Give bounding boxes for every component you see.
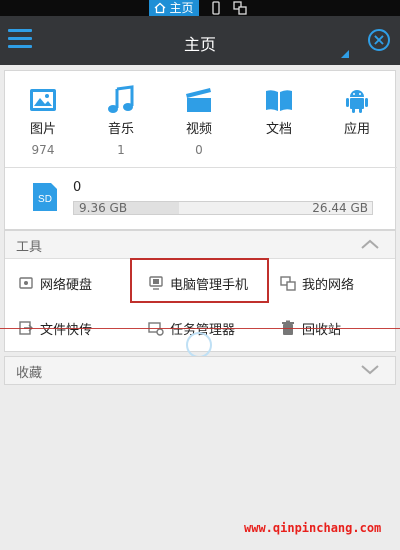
house-icon <box>155 2 166 14</box>
tool-my-network[interactable]: 我的网络 <box>280 271 354 295</box>
sd-icon-label: SD <box>38 194 52 205</box>
category-music[interactable]: 音乐 1 <box>91 85 151 158</box>
category-label: 应用 <box>343 122 370 137</box>
category-label: 音乐 <box>107 122 134 137</box>
music-icon <box>108 85 134 113</box>
category-documents[interactable]: 文档 <box>249 85 309 138</box>
divider <box>5 167 397 168</box>
favorites-section: 收藏 <box>4 356 396 385</box>
chevron-down-icon[interactable] <box>361 365 379 375</box>
section-title: 工具 <box>16 240 43 255</box>
cloud-disk-icon <box>19 277 33 289</box>
tool-label: 网络硬盘 <box>40 277 93 293</box>
category-label: 文档 <box>265 122 292 137</box>
category-images[interactable]: 图片 974 <box>13 85 73 158</box>
storage-used: 9.36 GB <box>79 201 128 215</box>
close-circle-icon[interactable]: × <box>368 29 390 51</box>
storage-count: 0 <box>73 180 82 195</box>
library-panel: 图片 974 音乐 1 视频 0 文档 应用 SD 0 9.36 GB 26.4… <box>4 70 397 230</box>
category-count: 1 <box>117 143 125 157</box>
category-video[interactable]: 视频 0 <box>169 85 229 158</box>
chevron-up-icon[interactable] <box>361 239 379 249</box>
image-icon <box>30 89 56 111</box>
android-icon <box>346 90 368 113</box>
category-label: 图片 <box>29 122 56 137</box>
highlight-box <box>130 258 269 303</box>
book-icon <box>266 90 292 111</box>
category-apps[interactable]: 应用 <box>327 85 387 138</box>
devices-icon[interactable] <box>233 1 247 15</box>
storage-usage-bar: 9.36 GB 26.44 GB <box>73 201 373 215</box>
category-grid: 图片 974 音乐 1 视频 0 文档 应用 <box>5 85 397 165</box>
loading-spinner-icon <box>186 332 212 358</box>
title-bar: 主页 × <box>0 16 400 65</box>
home-tab[interactable]: 主页 <box>149 0 199 16</box>
tool-cloud-disk[interactable]: 网络硬盘 <box>18 271 92 295</box>
sd-card-icon[interactable]: SD <box>31 181 59 213</box>
video-icon <box>186 88 211 112</box>
favorites-header[interactable]: 收藏 <box>5 357 395 384</box>
red-guide-line <box>0 328 400 329</box>
tools-header[interactable]: 工具 <box>5 231 395 259</box>
status-bar: 主页 <box>0 0 400 16</box>
network-icon <box>280 276 296 291</box>
category-count: 974 <box>31 143 55 157</box>
section-title: 收藏 <box>16 366 43 381</box>
category-count: 0 <box>195 143 203 157</box>
watermark-text: www.qinpinchang.com <box>244 521 382 535</box>
storage-total: 26.44 GB <box>312 201 368 215</box>
phone-icon[interactable] <box>209 1 223 15</box>
dropdown-corner-icon[interactable] <box>341 50 349 58</box>
home-tab-label: 主页 <box>169 1 194 15</box>
page-title: 主页 <box>183 35 216 54</box>
category-label: 视频 <box>185 122 212 137</box>
tool-label: 我的网络 <box>302 277 355 293</box>
